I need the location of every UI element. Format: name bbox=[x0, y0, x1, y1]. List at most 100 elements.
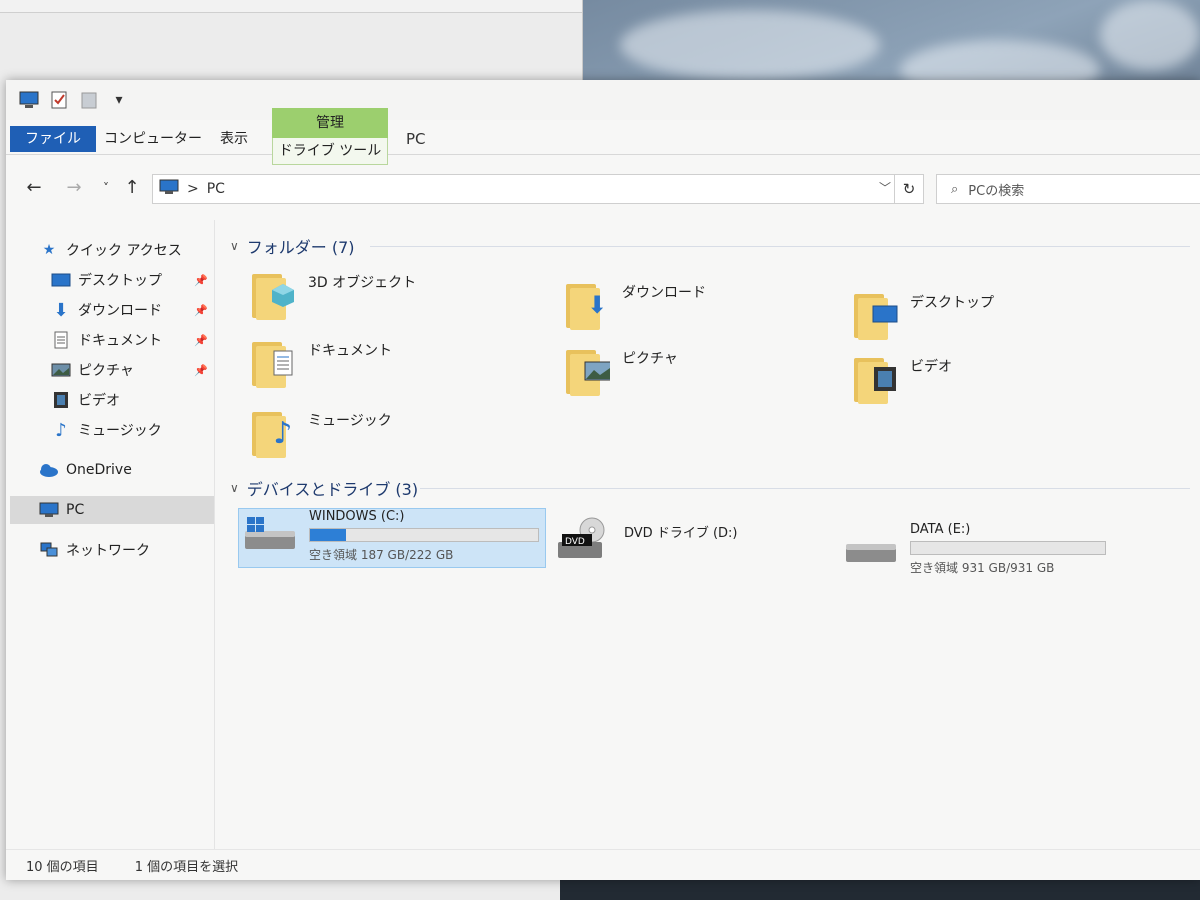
video-icon bbox=[854, 348, 900, 404]
folder-label: ピクチャ bbox=[622, 351, 678, 367]
tab-computer[interactable]: コンピューター bbox=[94, 126, 212, 152]
group-title: デバイスとドライブ (3) bbox=[246, 480, 419, 499]
ribbon-tabs: ファイル コンピューター 表示 管理 ドライブ ツール PC bbox=[6, 108, 1200, 165]
manage-tab-group: 管理 ドライブ ツール bbox=[272, 108, 388, 168]
sidebar-item-onedrive[interactable]: OneDrive bbox=[38, 456, 214, 484]
cloud-icon bbox=[38, 461, 60, 479]
drive-free-space: 空き領域 931 GB/931 GB bbox=[910, 561, 1055, 575]
back-button[interactable]: ← bbox=[22, 176, 46, 200]
folder-videos[interactable]: ビデオ bbox=[854, 348, 952, 404]
computer-icon bbox=[38, 501, 60, 519]
content-pane: ∨ フォルダー (7) 3D オブジェクト ⬇ ダウンロード デスクトップ ドキ… bbox=[220, 220, 1200, 860]
sidebar-item-music[interactable]: ♪ ミュージック bbox=[50, 416, 214, 444]
music-icon: ♪ bbox=[252, 402, 298, 458]
chevron-down-icon: ∨ bbox=[230, 481, 239, 495]
download-icon: ⬇ bbox=[53, 299, 69, 321]
picture-icon bbox=[566, 340, 612, 396]
folder-3d-objects[interactable]: 3D オブジェクト bbox=[252, 264, 416, 320]
sidebar-item-label: PC bbox=[66, 502, 85, 518]
sidebar-item-pc[interactable]: PC bbox=[10, 496, 214, 524]
forward-button[interactable]: → bbox=[62, 176, 86, 200]
drive-usage-bar bbox=[910, 541, 1106, 555]
folder-label: ビデオ bbox=[910, 359, 952, 375]
quick-access-toolbar: ▾ bbox=[18, 90, 130, 110]
music-icon: ♪ bbox=[55, 419, 67, 441]
search-input[interactable]: ⌕ PCの検索 bbox=[936, 174, 1200, 204]
sidebar-item-label: ビデオ bbox=[78, 393, 120, 409]
folder-label: 3D オブジェクト bbox=[308, 275, 417, 291]
folder-label: ミュージック bbox=[308, 413, 392, 429]
navigation-row: ← → ˅ ↑ > PC ﹀ ↻ ⌕ PCの検索 bbox=[6, 170, 1200, 206]
devices-group-header[interactable]: ∨ デバイスとドライブ (3) bbox=[230, 476, 418, 500]
sidebar-item-label: ネットワーク bbox=[66, 543, 150, 559]
video-icon bbox=[50, 391, 72, 409]
breadcrumb-separator: > bbox=[187, 181, 199, 197]
up-button[interactable]: ↑ bbox=[120, 176, 144, 200]
manage-label: 管理 bbox=[272, 108, 388, 138]
sidebar-item-label: ミュージック bbox=[78, 423, 162, 439]
pin-icon[interactable]: 📌 bbox=[194, 364, 208, 377]
sidebar-item-pictures[interactable]: ピクチャ 📌 bbox=[50, 356, 214, 384]
cloud-decoration bbox=[1100, 0, 1200, 70]
drive-dvd-d[interactable]: DVD DVD ドライブ (D:) bbox=[554, 516, 737, 564]
sidebar-item-quick-access[interactable]: ★ クイック アクセス bbox=[38, 236, 214, 264]
refresh-button[interactable]: ↻ bbox=[894, 174, 924, 204]
recent-locations-icon[interactable]: ˅ bbox=[94, 176, 118, 200]
drive-data-e[interactable]: DATA (E:) 空き領域 931 GB/931 GB bbox=[840, 522, 1106, 576]
sidebar-item-label: ピクチャ bbox=[78, 363, 134, 379]
sidebar-item-downloads[interactable]: ⬇ ダウンロード 📌 bbox=[50, 296, 214, 324]
search-icon: ⌕ bbox=[951, 181, 959, 197]
drive-free-space: 空き領域 187 GB/222 GB bbox=[309, 548, 454, 562]
pin-icon[interactable]: 📌 bbox=[194, 334, 208, 347]
download-icon: ⬇ bbox=[566, 274, 612, 330]
sidebar-item-documents[interactable]: ドキュメント 📌 bbox=[50, 326, 214, 354]
folder-desktop[interactable]: デスクトップ bbox=[854, 284, 994, 340]
folder-pictures[interactable]: ピクチャ bbox=[566, 340, 678, 396]
drive-usage-bar bbox=[309, 528, 539, 542]
sidebar-item-label: OneDrive bbox=[66, 462, 132, 478]
dvd-badge: DVD bbox=[565, 537, 585, 547]
computer-icon[interactable] bbox=[18, 90, 40, 110]
folder-music[interactable]: ♪ ミュージック bbox=[252, 402, 392, 458]
dvd-drive-icon: DVD bbox=[554, 516, 614, 564]
drive-name: DVD ドライブ (D:) bbox=[624, 526, 738, 541]
sidebar-item-videos[interactable]: ビデオ bbox=[50, 386, 214, 414]
tab-file[interactable]: ファイル bbox=[10, 126, 96, 152]
folders-group-header[interactable]: ∨ フォルダー (7) bbox=[230, 234, 355, 258]
desktop-icon bbox=[854, 284, 900, 340]
sidebar-item-label: ダウンロード bbox=[78, 303, 162, 319]
sidebar-item-desktop[interactable]: デスクトップ 📌 bbox=[50, 266, 214, 294]
group-divider bbox=[370, 246, 1190, 247]
pin-icon[interactable]: 📌 bbox=[194, 304, 208, 317]
group-title: フォルダー (7) bbox=[246, 238, 355, 257]
new-folder-icon[interactable] bbox=[78, 90, 100, 110]
sidebar-item-label: デスクトップ bbox=[78, 273, 162, 289]
3d-objects-icon bbox=[252, 264, 298, 320]
drive-usage-fill bbox=[310, 529, 347, 541]
title-bar: ▾ bbox=[6, 80, 1200, 120]
address-bar[interactable]: > PC ﹀ bbox=[152, 174, 900, 204]
group-divider bbox=[420, 488, 1190, 489]
properties-icon[interactable] bbox=[48, 90, 70, 110]
drive-name: WINDOWS (C:) bbox=[309, 509, 405, 524]
network-icon bbox=[38, 541, 60, 559]
drive-windows-c[interactable]: WINDOWS (C:) 空き領域 187 GB/222 GB bbox=[238, 508, 546, 568]
selection-count: 1 個の項目を選択 bbox=[134, 859, 239, 875]
tab-drive-tools[interactable]: ドライブ ツール bbox=[272, 138, 388, 165]
folder-documents[interactable]: ドキュメント bbox=[252, 332, 392, 388]
customize-icon[interactable]: ▾ bbox=[108, 90, 130, 110]
document-icon bbox=[50, 331, 72, 349]
status-bar: 10 個の項目 1 個の項目を選択 bbox=[6, 849, 1200, 880]
pin-icon[interactable]: 📌 bbox=[194, 274, 208, 287]
desktop-icon bbox=[50, 271, 72, 289]
star-icon: ★ bbox=[42, 242, 56, 258]
breadcrumb-pc[interactable]: PC bbox=[207, 181, 225, 197]
folder-label: デスクトップ bbox=[910, 295, 994, 311]
search-placeholder: PCの検索 bbox=[968, 183, 1025, 199]
chevron-down-icon[interactable]: ﹀ bbox=[879, 179, 891, 196]
folder-downloads[interactable]: ⬇ ダウンロード bbox=[566, 274, 706, 330]
tab-view[interactable]: 表示 bbox=[210, 126, 258, 152]
navigation-pane: ★ クイック アクセス デスクトップ 📌 ⬇ ダウンロード 📌 ドキュメント 📌… bbox=[6, 220, 215, 860]
folder-label: ダウンロード bbox=[622, 285, 706, 301]
sidebar-item-network[interactable]: ネットワーク bbox=[38, 536, 214, 564]
